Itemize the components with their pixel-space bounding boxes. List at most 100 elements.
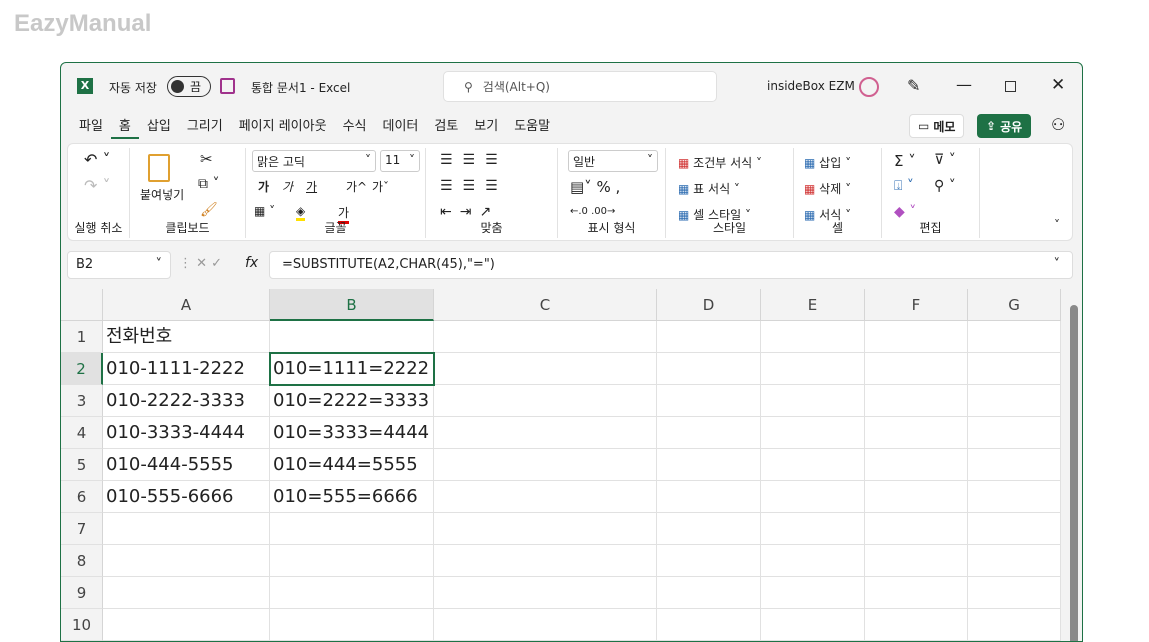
cell-b1[interactable]	[270, 321, 434, 353]
cell-c1[interactable]	[434, 321, 657, 353]
cell-f3[interactable]	[865, 385, 968, 417]
cell-c6[interactable]	[434, 481, 657, 513]
collapse-ribbon-icon[interactable]: ˅	[1054, 218, 1060, 232]
tab-help[interactable]: 도움말	[506, 115, 558, 139]
cell-e9[interactable]	[761, 577, 865, 609]
insert-function-button[interactable]: fx	[245, 255, 258, 271]
cell-g1[interactable]	[968, 321, 1061, 353]
cell-f1[interactable]	[865, 321, 968, 353]
column-header-d[interactable]: D	[657, 289, 761, 321]
cell-g6[interactable]	[968, 481, 1061, 513]
cell-a3[interactable]: 010-2222-3333	[103, 385, 270, 417]
cell-c3[interactable]	[434, 385, 657, 417]
clear-icon[interactable]: ◆ ˅	[894, 204, 916, 220]
cell-f2[interactable]	[865, 353, 968, 385]
format-table-button[interactable]: ▦ 표 서식 ˅	[678, 180, 740, 197]
cell-b3[interactable]: 010=2222=3333	[270, 385, 434, 417]
cell-f5[interactable]	[865, 449, 968, 481]
cell-c2[interactable]	[434, 353, 657, 385]
bold-button[interactable]: 가	[258, 178, 269, 195]
decrease-font-button[interactable]: 가ˇ	[372, 178, 389, 195]
tab-home[interactable]: 홈	[111, 115, 139, 139]
cell-a7[interactable]	[103, 513, 270, 545]
row-header[interactable]: 5	[61, 449, 103, 481]
cell-d7[interactable]	[657, 513, 761, 545]
cell-f9[interactable]	[865, 577, 968, 609]
cell-g5[interactable]	[968, 449, 1061, 481]
row-header[interactable]: 3	[61, 385, 103, 417]
column-header-a[interactable]: A	[103, 289, 270, 321]
tab-review[interactable]: 검토	[426, 115, 466, 139]
autosum-icon[interactable]: Σ ˅	[894, 152, 916, 170]
redo-button[interactable]: ↷ ˅	[84, 176, 111, 195]
designer-icon[interactable]: ✎	[907, 76, 920, 95]
cell-b4[interactable]: 010=3333=4444	[270, 417, 434, 449]
row-header[interactable]: 8	[61, 545, 103, 577]
italic-button[interactable]: 가	[282, 178, 293, 195]
cell-b2[interactable]: 010=1111=2222	[270, 353, 434, 385]
cell-d5[interactable]	[657, 449, 761, 481]
paste-button[interactable]: 붙여넣기	[140, 186, 184, 203]
cell-d10[interactable]	[657, 609, 761, 641]
row-header[interactable]: 10	[61, 609, 103, 641]
decimal-icons[interactable]: ←.0 .00→	[570, 206, 615, 217]
cell-b5[interactable]: 010=444=5555	[270, 449, 434, 481]
cell-e6[interactable]	[761, 481, 865, 513]
formula-buttons[interactable]: ⋮ ✕ ✓	[179, 256, 222, 271]
cell-c10[interactable]	[434, 609, 657, 641]
insert-cells-button[interactable]: ▦ 삽입 ˅	[804, 154, 851, 171]
cell-a4[interactable]: 010-3333-4444	[103, 417, 270, 449]
cell-g3[interactable]	[968, 385, 1061, 417]
tab-draw[interactable]: 그리기	[179, 115, 231, 139]
cell-g7[interactable]	[968, 513, 1061, 545]
cell-f8[interactable]	[865, 545, 968, 577]
row-header[interactable]: 4	[61, 417, 103, 449]
cell-b9[interactable]	[270, 577, 434, 609]
cell-f10[interactable]	[865, 609, 968, 641]
row-header[interactable]: 7	[61, 513, 103, 545]
row-header[interactable]: 2	[61, 353, 103, 385]
cell-e3[interactable]	[761, 385, 865, 417]
column-header-e[interactable]: E	[761, 289, 865, 321]
column-header-f[interactable]: F	[865, 289, 968, 321]
find-icon[interactable]: ⚲ ˅	[934, 178, 956, 194]
cell-a8[interactable]	[103, 545, 270, 577]
delete-cells-button[interactable]: ▦ 삭제 ˅	[804, 180, 851, 197]
save-icon[interactable]	[220, 78, 235, 94]
column-header-g[interactable]: G	[968, 289, 1061, 321]
currency-percent-icons[interactable]: ▤˅ % ,	[570, 178, 620, 196]
cell-g2[interactable]	[968, 353, 1061, 385]
cell-e4[interactable]	[761, 417, 865, 449]
cut-icon[interactable]: ✂	[200, 150, 213, 168]
cell-a6[interactable]: 010-555-6666	[103, 481, 270, 513]
border-icon[interactable]: ▦ ˅	[254, 204, 275, 218]
close-button[interactable]: ✕	[1051, 75, 1065, 95]
cell-g4[interactable]	[968, 417, 1061, 449]
coauthor-icon[interactable]: ⚇	[1051, 115, 1065, 134]
cell-c4[interactable]	[434, 417, 657, 449]
account-avatar[interactable]	[859, 77, 879, 97]
column-header-c[interactable]: C	[434, 289, 657, 321]
increase-font-button[interactable]: 가^	[346, 178, 367, 195]
cell-e1[interactable]	[761, 321, 865, 353]
sort-filter-icon[interactable]: ⊽ ˅	[934, 152, 956, 168]
tab-view[interactable]: 보기	[466, 115, 506, 139]
indent-icons[interactable]: ⇤⇥↗	[440, 204, 499, 220]
cell-e10[interactable]	[761, 609, 865, 641]
formula-input[interactable]: =SUBSTITUTE(A2,CHAR(45),"=")˅	[269, 251, 1073, 279]
tab-insert[interactable]: 삽입	[139, 115, 179, 139]
cell-g10[interactable]	[968, 609, 1061, 641]
autosave-toggle[interactable]: 끔	[167, 76, 211, 97]
cell-g8[interactable]	[968, 545, 1061, 577]
tab-data[interactable]: 데이터	[374, 115, 426, 139]
tab-file[interactable]: 파일	[71, 115, 111, 139]
cell-e5[interactable]	[761, 449, 865, 481]
cell-f4[interactable]	[865, 417, 968, 449]
undo-button[interactable]: ↶ ˅	[84, 150, 111, 169]
select-all-corner[interactable]	[61, 289, 103, 321]
cell-a5[interactable]: 010-444-5555	[103, 449, 270, 481]
row-header[interactable]: 6	[61, 481, 103, 513]
row-header[interactable]: 1	[61, 321, 103, 353]
vertical-scrollbar[interactable]	[1067, 289, 1081, 642]
cell-a2[interactable]: 010-1111-2222	[103, 353, 270, 385]
